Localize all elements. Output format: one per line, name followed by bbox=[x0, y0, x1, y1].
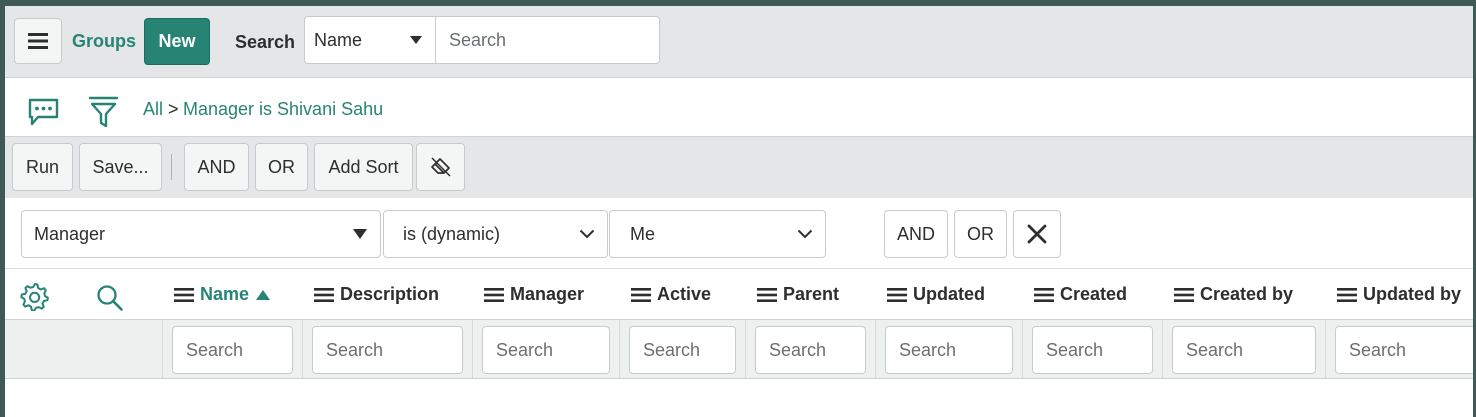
column-header-label: Created bbox=[1060, 284, 1128, 304]
column-header-label: Updated bbox=[913, 284, 985, 304]
breadcrumb-condition-link[interactable]: Manager is Shivani Sahu bbox=[183, 99, 383, 120]
filter-or-button[interactable]: OR bbox=[255, 143, 308, 191]
search-field-select[interactable]: Name bbox=[304, 16, 436, 64]
condition-field-select[interactable]: Manager bbox=[21, 210, 381, 258]
remove-condition-button[interactable] bbox=[1013, 210, 1061, 258]
column-header-label: Parent bbox=[783, 284, 840, 304]
column-divider bbox=[302, 320, 303, 378]
column-menu-icon[interactable] bbox=[484, 287, 504, 303]
parent-column-search-input[interactable] bbox=[755, 326, 866, 374]
column-divider bbox=[472, 320, 473, 378]
column-header-active[interactable]: Active bbox=[631, 284, 711, 305]
hamburger-icon bbox=[28, 33, 48, 49]
caret-down-icon bbox=[353, 229, 367, 239]
column-divider bbox=[1325, 320, 1326, 378]
column-header-updated-by[interactable]: Updated by bbox=[1337, 284, 1461, 305]
column-header-label: Created by bbox=[1200, 284, 1294, 304]
description-column-search-input[interactable] bbox=[312, 326, 463, 374]
save-filter-button[interactable]: Save... bbox=[79, 143, 162, 191]
chevron-down-icon bbox=[579, 229, 595, 239]
condition-value-value: Me bbox=[630, 223, 656, 244]
list-search-input[interactable] bbox=[435, 16, 660, 64]
list-title[interactable]: Groups bbox=[72, 31, 136, 52]
chat-bubble-icon bbox=[28, 98, 59, 126]
column-divider bbox=[875, 320, 876, 378]
manager-column-search-input[interactable] bbox=[482, 326, 610, 374]
chevron-down-icon bbox=[797, 229, 813, 239]
name-column-search-input[interactable] bbox=[172, 326, 293, 374]
column-divider bbox=[1162, 320, 1163, 378]
toggle-column-search-button[interactable] bbox=[96, 284, 124, 317]
condition-or-button[interactable]: OR bbox=[954, 210, 1007, 258]
column-menu-icon[interactable] bbox=[887, 287, 907, 303]
condition-and-button[interactable]: AND bbox=[884, 210, 948, 258]
breadcrumb-all-link[interactable]: All bbox=[143, 99, 163, 120]
created-by-column-search-input[interactable] bbox=[1172, 326, 1316, 374]
search-field-select-value: Name bbox=[314, 29, 363, 50]
created-column-search-input[interactable] bbox=[1032, 326, 1153, 374]
column-header-created-by[interactable]: Created by bbox=[1174, 284, 1293, 305]
column-divider bbox=[1022, 320, 1023, 378]
condition-value-select[interactable]: Me bbox=[609, 210, 826, 258]
column-menu-icon[interactable] bbox=[757, 287, 777, 303]
column-header-manager[interactable]: Manager bbox=[484, 284, 584, 305]
toolbar-divider bbox=[171, 154, 172, 180]
column-header-label: Name bbox=[200, 284, 250, 304]
condition-field-value: Manager bbox=[34, 223, 106, 244]
condition-operator-value: is (dynamic) bbox=[403, 223, 501, 244]
condition-operator-select[interactable]: is (dynamic) bbox=[383, 210, 608, 258]
search-label: Search bbox=[235, 32, 296, 52]
updated-by-column-search-input[interactable] bbox=[1335, 326, 1473, 374]
run-button[interactable]: Run bbox=[12, 143, 73, 191]
magnifier-icon bbox=[97, 285, 123, 311]
filter-and-button[interactable]: AND bbox=[184, 143, 249, 191]
activity-stream-button[interactable] bbox=[27, 97, 60, 132]
column-header-created[interactable]: Created bbox=[1034, 284, 1127, 305]
active-column-search-input[interactable] bbox=[629, 326, 736, 374]
sort-ascending-icon bbox=[256, 289, 271, 300]
column-header-label: Active bbox=[657, 284, 712, 304]
close-icon bbox=[1027, 224, 1047, 244]
column-divider bbox=[745, 320, 746, 378]
breadcrumb-separator: > bbox=[168, 99, 179, 119]
caret-down-icon bbox=[410, 36, 422, 44]
column-header-label: Manager bbox=[510, 284, 585, 304]
column-header-updated[interactable]: Updated bbox=[887, 284, 985, 305]
column-header-label: Description bbox=[340, 284, 440, 304]
list-settings-button[interactable] bbox=[20, 281, 50, 316]
add-sort-button[interactable]: Add Sort bbox=[314, 143, 413, 191]
list-header bbox=[5, 6, 1473, 78]
column-menu-icon[interactable] bbox=[314, 287, 334, 303]
column-divider bbox=[619, 320, 620, 378]
filter-toggle-button[interactable] bbox=[88, 95, 119, 134]
eraser-icon bbox=[430, 157, 451, 177]
column-menu-icon[interactable] bbox=[1337, 287, 1357, 303]
column-menu-icon[interactable] bbox=[631, 287, 651, 303]
column-header-name[interactable]: Name bbox=[174, 284, 271, 305]
column-divider bbox=[162, 320, 163, 378]
column-header-label: Updated by bbox=[1363, 284, 1462, 304]
column-menu-icon[interactable] bbox=[174, 287, 194, 303]
column-menu-icon[interactable] bbox=[1174, 287, 1194, 303]
funnel-icon bbox=[88, 96, 119, 128]
new-button[interactable]: New bbox=[144, 18, 210, 65]
updated-column-search-input[interactable] bbox=[885, 326, 1013, 374]
column-menu-icon[interactable] bbox=[1034, 287, 1054, 303]
clear-filter-button[interactable] bbox=[416, 143, 465, 191]
column-header-description[interactable]: Description bbox=[314, 284, 439, 305]
gear-icon bbox=[20, 283, 49, 312]
hamburger-menu-button[interactable] bbox=[14, 18, 62, 64]
column-header-parent[interactable]: Parent bbox=[757, 284, 839, 305]
